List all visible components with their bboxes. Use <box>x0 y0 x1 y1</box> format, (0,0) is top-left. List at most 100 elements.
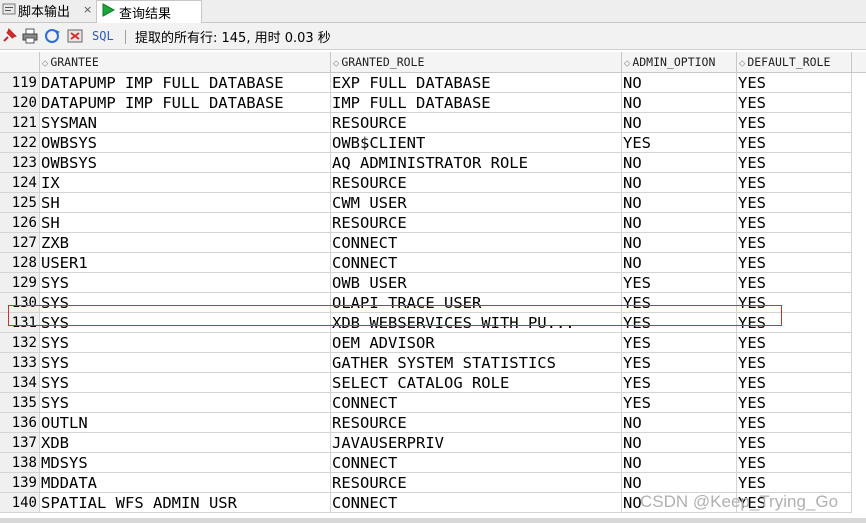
cell-granted-role[interactable]: OEM ADVISOR <box>331 333 622 353</box>
table-row[interactable]: 132 SYS OEM ADVISOR YES YES <box>0 333 866 353</box>
print-icon[interactable] <box>22 27 38 45</box>
row-number[interactable]: 121 <box>0 113 40 133</box>
cell-admin-option[interactable]: NO <box>622 173 737 193</box>
close-icon[interactable]: × <box>83 3 92 16</box>
pin-icon[interactable] <box>1 27 17 45</box>
row-number[interactable]: 124 <box>0 173 40 193</box>
cell-admin-option[interactable]: NO <box>622 193 737 213</box>
row-number[interactable]: 129 <box>0 273 40 293</box>
cell-grantee[interactable]: MDSYS <box>40 453 331 473</box>
cell-default-role[interactable]: YES <box>737 353 852 373</box>
cell-grantee[interactable]: SPATIAL WFS ADMIN USR <box>40 493 331 513</box>
cell-default-role[interactable]: YES <box>737 413 852 433</box>
cell-default-role[interactable]: YES <box>737 213 852 233</box>
row-number[interactable]: 128 <box>0 253 40 273</box>
refresh-sql-icon[interactable] <box>44 27 62 45</box>
cell-granted-role[interactable]: CONNECT <box>331 453 622 473</box>
cell-granted-role[interactable]: RESOURCE <box>331 113 622 133</box>
table-row[interactable]: 120 DATAPUMP IMP FULL DATABASE IMP FULL DA… <box>0 93 866 113</box>
table-row[interactable]: 134 SYS SELECT CATALOG ROLE YES YES <box>0 373 866 393</box>
cell-grantee[interactable]: SH <box>40 193 331 213</box>
cell-granted-role[interactable]: CONNECT <box>331 393 622 413</box>
cell-default-role[interactable]: YES <box>737 113 852 133</box>
cell-granted-role[interactable]: OWB USER <box>331 273 622 293</box>
column-header-default-role[interactable]: ⬦ DEFAULT_ROLE <box>737 52 852 72</box>
cell-grantee[interactable]: OUTLN <box>40 413 331 433</box>
tab-script-output[interactable]: 脚本输出 × <box>0 0 93 21</box>
cell-admin-option[interactable]: NO <box>622 113 737 133</box>
cell-grantee[interactable]: SYSMAN <box>40 113 331 133</box>
cell-grantee[interactable]: SYS <box>40 333 331 353</box>
cell-granted-role[interactable]: OWB$CLIENT <box>331 133 622 153</box>
cell-default-role[interactable]: YES <box>737 193 852 213</box>
cell-grantee[interactable]: DATAPUMP IMP FULL DATABASE <box>40 93 331 113</box>
cell-granted-role[interactable]: JAVAUSERPRIV <box>331 433 622 453</box>
cell-granted-role[interactable]: RESOURCE <box>331 413 622 433</box>
row-number[interactable]: 120 <box>0 93 40 113</box>
cell-admin-option[interactable]: NO <box>622 153 737 173</box>
table-row[interactable]: 135 SYS CONNECT YES YES <box>0 393 866 413</box>
row-number[interactable]: 136 <box>0 413 40 433</box>
row-number[interactable]: 126 <box>0 213 40 233</box>
cell-grantee[interactable]: XDB <box>40 433 331 453</box>
cell-admin-option[interactable]: YES <box>622 353 737 373</box>
row-number[interactable]: 127 <box>0 233 40 253</box>
cell-default-role[interactable]: YES <box>737 473 852 493</box>
cell-grantee[interactable]: OWBSYS <box>40 153 331 173</box>
cell-admin-option[interactable]: NO <box>622 413 737 433</box>
row-number[interactable]: 137 <box>0 433 40 453</box>
row-number[interactable]: 138 <box>0 453 40 473</box>
cell-granted-role[interactable]: RESOURCE <box>331 473 622 493</box>
cell-admin-option[interactable]: YES <box>622 273 737 293</box>
row-number[interactable]: 119 <box>0 73 40 93</box>
table-row[interactable]: 121 SYSMAN RESOURCE NO YES <box>0 113 866 133</box>
cell-default-role[interactable]: YES <box>737 273 852 293</box>
row-number[interactable]: 122 <box>0 133 40 153</box>
cell-default-role[interactable]: YES <box>737 393 852 413</box>
cell-granted-role[interactable]: EXP FULL DATABASE <box>331 73 622 93</box>
cell-granted-role[interactable]: CONNECT <box>331 253 622 273</box>
cell-grantee[interactable]: ZXB <box>40 233 331 253</box>
cell-default-role[interactable]: YES <box>737 173 852 193</box>
cell-grantee[interactable]: DATAPUMP IMP FULL DATABASE <box>40 73 331 93</box>
bottom-scrollbar[interactable] <box>0 518 866 523</box>
cell-admin-option[interactable]: NO <box>622 213 737 233</box>
cell-default-role[interactable]: YES <box>737 133 852 153</box>
cell-grantee[interactable]: SH <box>40 213 331 233</box>
cell-default-role[interactable]: YES <box>737 453 852 473</box>
cell-grantee[interactable]: IX <box>40 173 331 193</box>
cancel-icon[interactable] <box>67 27 83 45</box>
cell-default-role[interactable]: YES <box>737 253 852 273</box>
cell-granted-role[interactable]: AQ ADMINISTRATOR ROLE <box>331 153 622 173</box>
table-row[interactable]: 138 MDSYS CONNECT NO YES <box>0 453 866 473</box>
table-row[interactable]: 127 ZXB CONNECT NO YES <box>0 233 866 253</box>
cell-granted-role[interactable]: IMP FULL DATABASE <box>331 93 622 113</box>
cell-admin-option[interactable]: YES <box>622 133 737 153</box>
row-number[interactable]: 135 <box>0 393 40 413</box>
cell-grantee[interactable]: SYS <box>40 273 331 293</box>
table-row[interactable]: 128 USER1 CONNECT NO YES <box>0 253 866 273</box>
table-row[interactable]: 123 OWBSYS AQ ADMINISTRATOR ROLE NO YES <box>0 153 866 173</box>
cell-granted-role[interactable]: RESOURCE <box>331 213 622 233</box>
table-row[interactable]: 133 SYS GATHER SYSTEM STATISTICS YES YES <box>0 353 866 373</box>
table-row[interactable]: 119 DATAPUMP IMP FULL DATABASE EXP FULL DA… <box>0 73 866 93</box>
cell-grantee[interactable]: SYS <box>40 373 331 393</box>
sql-link[interactable]: SQL <box>92 27 114 45</box>
cell-admin-option[interactable]: NO <box>622 453 737 473</box>
tab-query-result[interactable]: 查询结果 <box>96 0 202 23</box>
cell-admin-option[interactable]: NO <box>622 433 737 453</box>
cell-admin-option[interactable]: NO <box>622 233 737 253</box>
cell-default-role[interactable]: YES <box>737 73 852 93</box>
cell-grantee[interactable]: USER1 <box>40 253 331 273</box>
cell-default-role[interactable]: YES <box>737 153 852 173</box>
results-grid[interactable]: ⬦ GRANTEE ⬦ GRANTED_ROLE ⬦ ADMIN_OPTION ⬦ DE… <box>0 52 866 518</box>
cell-admin-option[interactable]: NO <box>622 93 737 113</box>
cell-default-role[interactable]: YES <box>737 233 852 253</box>
cell-granted-role[interactable]: CONNECT <box>331 233 622 253</box>
table-row[interactable]: 125 SH CWM USER NO YES <box>0 193 866 213</box>
table-row[interactable]: 129 SYS OWB USER YES YES <box>0 273 866 293</box>
row-number[interactable]: 140 <box>0 493 40 513</box>
cell-grantee[interactable]: SYS <box>40 353 331 373</box>
table-row[interactable]: 136 OUTLN RESOURCE NO YES <box>0 413 866 433</box>
cell-grantee[interactable]: MDDATA <box>40 473 331 493</box>
